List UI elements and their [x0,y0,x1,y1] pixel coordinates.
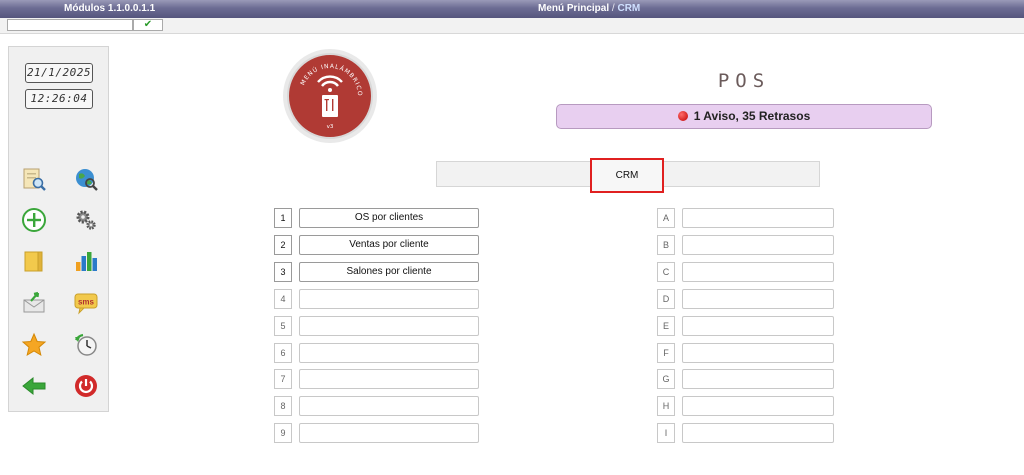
option-key: 9 [274,423,292,443]
time-display: 12:26:04 [25,89,93,109]
power-icon[interactable] [73,373,99,399]
option-key: G [657,369,675,389]
option-key: 5 [274,316,292,336]
option-key[interactable]: 1 [274,208,292,228]
search-document-icon[interactable] [21,166,47,192]
option-key[interactable]: 2 [274,235,292,255]
globe-search-icon[interactable] [73,166,99,192]
option-key: A [657,208,675,228]
gears-icon[interactable] [73,207,99,233]
option-button-salones-por-cliente[interactable]: Salones por cliente [299,262,479,282]
breadcrumb: Menú Principal / CRM [538,3,640,14]
option-button-empty [682,262,834,282]
crm-section-button[interactable]: CRM [590,158,664,193]
option-key: 4 [274,289,292,309]
folder-icon[interactable] [21,248,47,274]
option-button-empty [299,316,479,336]
breadcrumb-separator: / [611,3,615,14]
option-key: C [657,262,675,282]
option-button-empty [299,343,479,363]
command-bar: ✔ [0,18,1024,34]
mail-send-icon[interactable] [21,289,47,315]
date-display: 21/1/2025 [25,63,93,83]
star-icon[interactable] [21,332,47,358]
sidebar: 21/1/2025 12:26:04 sms [8,46,109,412]
option-button-empty [682,316,834,336]
option-button-empty [682,423,834,443]
command-input[interactable] [7,19,133,31]
breadcrumb-current: CRM [617,3,641,14]
svg-text:sms: sms [78,298,95,307]
option-button-empty [682,289,834,309]
logo-bottom-text: v3 [327,124,334,130]
alerts-text: 1 Aviso, 35 Retrasos [693,109,811,123]
option-button-empty [682,396,834,416]
option-key: H [657,396,675,416]
option-key: I [657,423,675,443]
clock-refresh-icon[interactable] [73,332,99,358]
option-button-os-por-clientes[interactable]: OS por clientes [299,208,479,228]
option-button-empty [299,396,479,416]
option-button-ventas-por-cliente[interactable]: Ventas por cliente [299,235,479,255]
option-key: D [657,289,675,309]
pos-title: POS [717,70,771,92]
alerts-banner[interactable]: 1 Aviso, 35 Retrasos [556,104,932,129]
top-bar: Módulos 1.1.0.0.1.1 Menú Principal / CRM [0,0,1024,18]
option-key: 6 [274,343,292,363]
confirm-button[interactable]: ✔ [133,19,163,31]
option-button-empty [299,369,479,389]
option-button-empty [682,208,834,228]
option-key: F [657,343,675,363]
option-key: B [657,235,675,255]
sms-icon[interactable]: sms [73,289,99,315]
breadcrumb-root[interactable]: Menú Principal [538,3,609,14]
option-button-empty [682,343,834,363]
restaurant-logo: MENÚ INALÁMBRICO v3 [282,48,378,144]
option-key[interactable]: 3 [274,262,292,282]
option-button-empty [682,235,834,255]
bar-chart-icon[interactable] [73,248,99,274]
option-key: 8 [274,396,292,416]
add-circle-icon[interactable] [21,207,47,233]
modules-version-label: Módulos 1.1.0.0.1.1 [64,3,156,14]
option-button-empty [682,369,834,389]
red-status-dot-icon [677,111,688,121]
option-button-empty [299,289,479,309]
back-arrow-icon[interactable] [21,373,47,399]
option-button-empty [299,423,479,443]
option-key: 7 [274,369,292,389]
option-key: E [657,316,675,336]
check-icon: ✔ [143,19,153,30]
